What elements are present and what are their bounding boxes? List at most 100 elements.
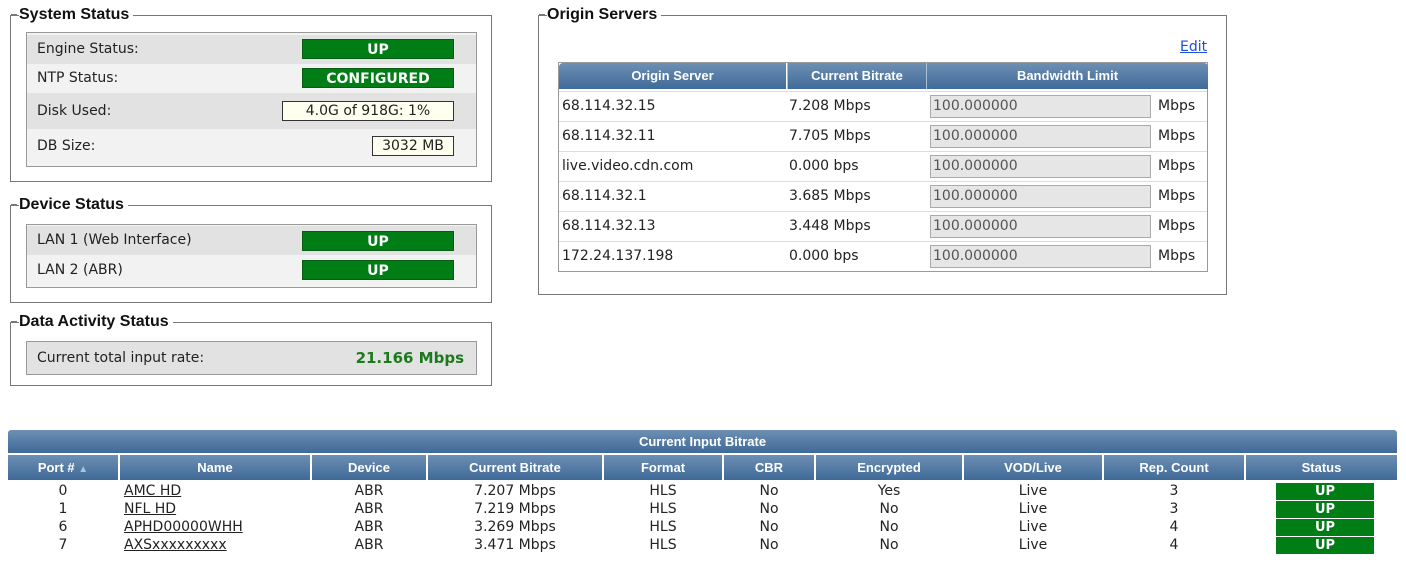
- ntp-status-row: NTP Status: CONFIGURED: [27, 64, 476, 93]
- origin-bitrate-cell: 7.208 Mbps: [789, 98, 871, 114]
- channel-name-link[interactable]: AXSxxxxxxxxx: [124, 537, 227, 553]
- origin-server-cell: 68.114.32.11: [562, 128, 656, 144]
- disk-used-label: Disk Used:: [37, 103, 112, 119]
- system-status-title: System Status: [19, 6, 134, 24]
- cbr-cell: No: [759, 537, 779, 553]
- bandwidth-limit-input[interactable]: 100.000000: [930, 95, 1151, 118]
- lan2-row: LAN 2 (ABR) UP: [27, 256, 476, 285]
- device-status-table: LAN 1 (Web Interface) UP LAN 2 (ABR) UP: [26, 224, 477, 288]
- origin-server-header: Origin Server: [559, 63, 786, 89]
- total-input-rate-label: Current total input rate:: [37, 350, 205, 366]
- lan2-status-badge: UP: [302, 260, 454, 280]
- db-size-value: 3032 MB: [372, 136, 454, 156]
- origin-servers-table: Origin Server Current Bitrate Bandwidth …: [558, 62, 1208, 272]
- bandwidth-unit: Mbps: [1158, 158, 1196, 174]
- format-header[interactable]: Format: [604, 455, 722, 480]
- origin-server-cell: live.video.cdn.com: [562, 158, 694, 174]
- disk-used-row: Disk Used: 4.0G of 918G: 1%: [27, 93, 476, 129]
- origin-bitrate-cell: 3.448 Mbps: [789, 218, 871, 234]
- origin-server-cell: 68.114.32.15: [562, 98, 656, 114]
- bandwidth-limit-input[interactable]: 100.000000: [930, 185, 1151, 208]
- name-cell: NFL HD: [124, 500, 310, 518]
- disk-used-value: 4.0G of 918G: 1%: [282, 101, 454, 121]
- encrypted-cell: No: [879, 537, 899, 553]
- table-row: 0 AMC HD ABR 7.207 Mbps HLS No Yes Live …: [8, 482, 1397, 500]
- bandwidth-unit: Mbps: [1158, 128, 1196, 144]
- device-header[interactable]: Device: [312, 455, 426, 480]
- edit-origin-servers-link[interactable]: Edit: [1180, 39, 1207, 55]
- origin-server-cell: 68.114.32.1: [562, 188, 647, 204]
- origin-servers-panel: Origin Servers Edit Origin Server Curren…: [538, 6, 1227, 295]
- vod-live-cell: Live: [1018, 501, 1048, 517]
- name-header[interactable]: Name: [120, 455, 310, 480]
- total-input-rate-value: 21.166 Mbps: [355, 349, 464, 367]
- bandwidth-unit: Mbps: [1158, 188, 1196, 204]
- bandwidth-limit-input[interactable]: 100.000000: [930, 155, 1151, 178]
- system-status-table: Engine Status: UP NTP Status: CONFIGURED…: [26, 32, 477, 167]
- bandwidth-limit-input[interactable]: 100.000000: [930, 245, 1151, 268]
- channel-name-link[interactable]: AMC HD: [124, 483, 181, 499]
- port-cell: 6: [58, 519, 68, 535]
- origin-row: 68.114.32.1 3.685 Mbps 100.000000 Mbps: [559, 181, 1207, 211]
- vod-live-cell: Live: [1018, 519, 1048, 535]
- origin-row: 68.114.32.11 7.705 Mbps 100.000000 Mbps: [559, 121, 1207, 151]
- device-cell: ABR: [354, 537, 384, 553]
- vod-live-cell: Live: [1018, 483, 1048, 499]
- port-cell: 1: [58, 501, 68, 517]
- input-bitrate-title: Current Input Bitrate: [8, 430, 1397, 453]
- status-header[interactable]: Status: [1246, 455, 1397, 480]
- ntp-status-badge: CONFIGURED: [302, 68, 454, 88]
- cbr-header[interactable]: CBR: [724, 455, 814, 480]
- lan1-label: LAN 1 (Web Interface): [37, 232, 192, 248]
- table-row: 7 AXSxxxxxxxxx ABR 3.471 Mbps HLS No No …: [8, 536, 1397, 554]
- bandwidth-limit-input[interactable]: 100.000000: [930, 215, 1151, 238]
- bitrate-cell: 7.207 Mbps: [474, 483, 556, 499]
- origin-bitrate-cell: 0.000 bps: [789, 248, 859, 264]
- device-cell: ABR: [354, 519, 384, 535]
- vod-live-cell: Live: [1018, 537, 1048, 553]
- status-badge: UP: [1276, 537, 1374, 554]
- port-header-label: Port #: [37, 460, 75, 475]
- channel-name-link[interactable]: APHD00000WHH: [124, 519, 243, 535]
- origin-server-cell: 68.114.32.13: [562, 218, 656, 234]
- engine-status-badge: UP: [302, 39, 454, 59]
- origin-bitrate-cell: 0.000 bps: [789, 158, 859, 174]
- table-row: 6 APHD00000WHH ABR 3.269 Mbps HLS No No …: [8, 518, 1397, 536]
- encrypted-cell: No: [879, 501, 899, 517]
- current-bitrate-header: Current Bitrate: [787, 63, 926, 89]
- format-cell: HLS: [649, 537, 677, 553]
- status-badge: UP: [1276, 501, 1374, 518]
- name-cell: AMC HD: [124, 482, 310, 500]
- bitrate-cell: 7.219 Mbps: [474, 501, 556, 517]
- port-header[interactable]: Port # ▲: [8, 455, 118, 480]
- bandwidth-unit: Mbps: [1158, 218, 1196, 234]
- origin-row: 68.114.32.13 3.448 Mbps 100.000000 Mbps: [559, 211, 1207, 241]
- system-status-panel: System Status Engine Status: UP NTP Stat…: [10, 6, 492, 182]
- status-badge: UP: [1276, 519, 1374, 536]
- origin-row: 172.24.137.198 0.000 bps 100.000000 Mbps: [559, 241, 1207, 271]
- bandwidth-unit: Mbps: [1158, 98, 1196, 114]
- current-bitrate-header[interactable]: Current Bitrate: [428, 455, 602, 480]
- format-cell: HLS: [649, 483, 677, 499]
- ntp-status-label: NTP Status:: [37, 70, 119, 86]
- rep-count-cell: 4: [1169, 537, 1179, 553]
- engine-status-row: Engine Status: UP: [27, 35, 476, 64]
- sort-ascending-icon: ▲: [78, 464, 89, 475]
- encrypted-header[interactable]: Encrypted: [816, 455, 962, 480]
- bandwidth-limit-input[interactable]: 100.000000: [930, 125, 1151, 148]
- origin-server-cell: 172.24.137.198: [562, 248, 674, 264]
- bandwidth-unit: Mbps: [1158, 248, 1196, 264]
- channel-name-link[interactable]: NFL HD: [124, 501, 176, 517]
- rep-count-header[interactable]: Rep. Count: [1104, 455, 1244, 480]
- device-status-title: Device Status: [19, 196, 128, 214]
- rep-count-cell: 3: [1169, 501, 1179, 517]
- origin-row: live.video.cdn.com 0.000 bps 100.000000 …: [559, 151, 1207, 181]
- origin-bitrate-cell: 3.685 Mbps: [789, 188, 871, 204]
- table-row: 1 NFL HD ABR 7.219 Mbps HLS No No Live 3…: [8, 500, 1397, 518]
- format-cell: HLS: [649, 519, 677, 535]
- origin-servers-title: Origin Servers: [547, 6, 662, 24]
- rep-count-cell: 4: [1169, 519, 1179, 535]
- bitrate-cell: 3.471 Mbps: [474, 537, 556, 553]
- vod-live-header[interactable]: VOD/Live: [964, 455, 1102, 480]
- cbr-cell: No: [759, 519, 779, 535]
